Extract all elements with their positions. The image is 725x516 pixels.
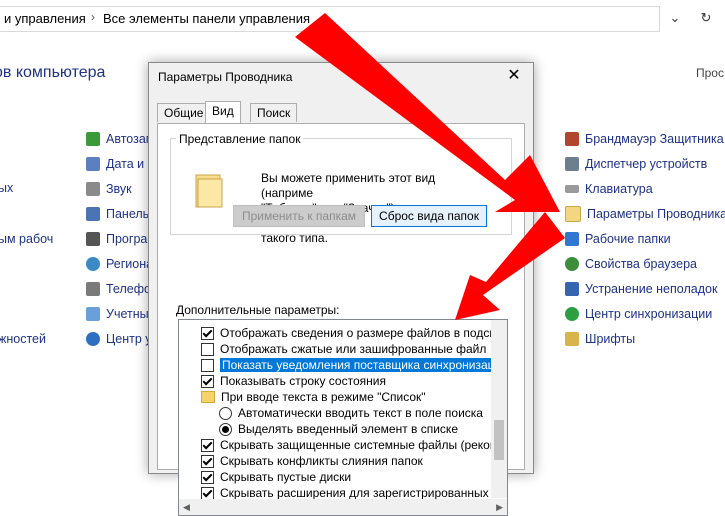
- refresh-icon[interactable]: ↻: [696, 8, 716, 28]
- programs-icon: [86, 232, 100, 246]
- cp-item-left-2[interactable]: ым рабоч: [0, 232, 53, 246]
- setting-hide-protected-files[interactable]: Скрывать защищенные системные файлы (рек…: [201, 437, 507, 453]
- view-tab-page: Вы можете применить этот вид (наприме "Т…: [157, 123, 525, 516]
- cp-item-explorer-options[interactable]: Параметры Проводника: [565, 205, 725, 223]
- cp-item-left-3[interactable]: жностей: [0, 332, 46, 346]
- checkbox[interactable]: [201, 374, 214, 388]
- address-bar-area: и управления › Все элементы панели управ…: [0, 0, 725, 38]
- dialog-title: Параметры Проводника: [158, 70, 293, 84]
- cp-item-troubleshooting[interactable]: Устранение неполадок: [565, 280, 717, 298]
- advanced-settings-label: Дополнительные параметры:: [176, 303, 340, 317]
- checkbox[interactable]: [201, 326, 214, 340]
- scroll-right-icon[interactable]: ▶: [496, 502, 503, 513]
- setting-autotype-search[interactable]: Автоматически вводить текст в поле поиск…: [219, 405, 483, 421]
- cp-item-accounts[interactable]: Учетные: [86, 305, 156, 323]
- setting-list-typing: При вводе текста в режиме "Список": [201, 389, 426, 405]
- sync-icon: [565, 307, 579, 321]
- reset-folders-button[interactable]: Сброс вида папок: [371, 205, 487, 227]
- explorer-options-dialog: Параметры Проводника ✕ Общие Вид Поиск В…: [148, 62, 534, 516]
- folder-icon: [201, 391, 215, 403]
- keyboard-icon: [565, 185, 579, 193]
- cp-item-sync-center[interactable]: Центр синхронизации: [565, 305, 712, 323]
- cp-item-keyboard[interactable]: Клавиатура: [565, 180, 653, 198]
- speaker-icon: [86, 182, 100, 196]
- clock-icon: [86, 157, 100, 171]
- folder-views-label: Представление папок: [176, 132, 304, 146]
- radio[interactable]: [219, 422, 232, 436]
- setting-select-typed-item[interactable]: Выделять введенный элемент в списке: [219, 421, 458, 437]
- vertical-scrollbar[interactable]: [491, 320, 507, 498]
- page-title: ов компьютера: [0, 64, 106, 81]
- tab-general[interactable]: Общие: [157, 103, 211, 122]
- cp-item-work-folders[interactable]: Рабочие папки: [565, 230, 671, 248]
- radio[interactable]: [219, 406, 232, 420]
- checkbox[interactable]: [201, 438, 214, 452]
- advanced-settings-tree[interactable]: Отображать сведения о размере файлов в п…: [178, 319, 508, 516]
- scroll-thumb[interactable]: [494, 420, 504, 460]
- globe-icon: [86, 257, 100, 271]
- horizontal-scrollbar[interactable]: ◀ ▶: [179, 499, 507, 515]
- checkbox[interactable]: [201, 486, 214, 500]
- work-folders-icon: [565, 232, 579, 246]
- setting-hide-merge-conflicts[interactable]: Скрывать конфликты слияния папок: [201, 453, 423, 469]
- tab-search[interactable]: Поиск: [250, 103, 298, 122]
- folder-views-group: Вы можете применить этот вид (наприме "Т…: [170, 138, 512, 245]
- setting-compressed-files[interactable]: Отображать сжатые или зашифрованные файл: [201, 341, 486, 357]
- checkbox[interactable]: [201, 342, 214, 356]
- checkbox[interactable]: [201, 358, 214, 372]
- cp-item-sound[interactable]: Звук: [86, 180, 132, 198]
- folder-icon: [195, 174, 223, 208]
- setting-status-bar[interactable]: Показывать строку состояния: [201, 373, 386, 389]
- troubleshoot-icon: [565, 282, 579, 296]
- breadcrumb-control-panel[interactable]: и управления: [4, 11, 86, 26]
- cp-item-programs[interactable]: Програм: [86, 230, 156, 248]
- apply-to-folders-button[interactable]: Применить к папкам: [233, 205, 365, 227]
- setting-file-size-info[interactable]: Отображать сведения о размере файлов в п…: [201, 325, 495, 341]
- users-icon: [86, 307, 100, 321]
- device-manager-icon: [565, 157, 579, 171]
- view-mode-link[interactable]: Прос: [696, 66, 724, 80]
- cp-item-fonts[interactable]: Шрифты: [565, 330, 635, 348]
- chevron-down-icon[interactable]: ⌄: [665, 8, 685, 28]
- cp-item-firewall[interactable]: Брандмауэр Защитника W: [565, 130, 725, 148]
- taskbar-icon: [86, 207, 100, 221]
- internet-options-icon: [565, 257, 579, 271]
- firewall-icon: [565, 132, 579, 146]
- phone-icon: [86, 282, 100, 296]
- chevron-right-icon[interactable]: ›: [91, 10, 95, 24]
- scroll-left-icon[interactable]: ◀: [183, 502, 190, 513]
- setting-hide-empty-drives[interactable]: Скрывать пустые диски: [201, 469, 351, 485]
- breadcrumb-all-items[interactable]: Все элементы панели управления: [103, 11, 310, 26]
- close-icon[interactable]: ✕: [503, 66, 525, 86]
- address-bar[interactable]: [0, 6, 660, 32]
- folder-options-icon: [565, 206, 581, 222]
- accessibility-icon: [86, 332, 100, 346]
- cp-item-internet-options[interactable]: Свойства браузера: [565, 255, 697, 273]
- checkbox[interactable]: [201, 454, 214, 468]
- setting-sync-provider-notifications[interactable]: Показать уведомления поставщика синхрони…: [201, 357, 507, 373]
- checkbox[interactable]: [201, 470, 214, 484]
- tab-view[interactable]: Вид: [205, 101, 241, 123]
- cp-item-device-manager[interactable]: Диспетчер устройств: [565, 155, 707, 173]
- cp-item-left-1[interactable]: ых: [0, 181, 13, 195]
- fonts-icon: [565, 332, 579, 346]
- autoplay-icon: [86, 132, 100, 146]
